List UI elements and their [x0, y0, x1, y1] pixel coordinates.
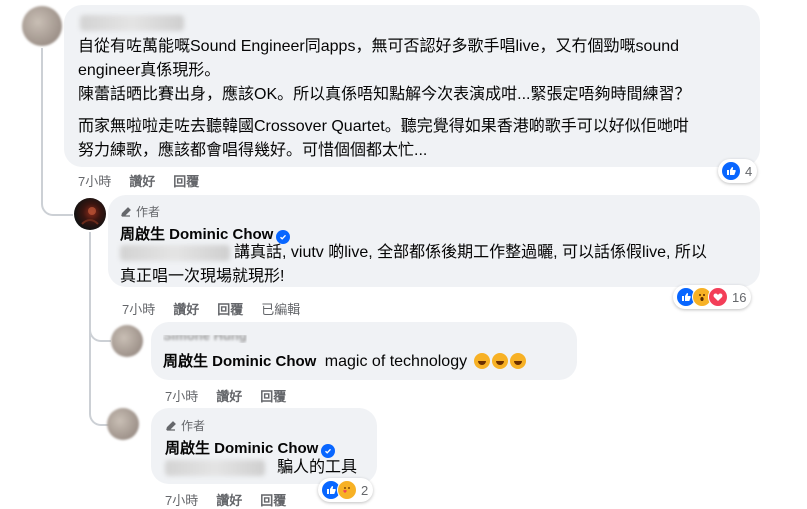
reply-text: 騙人的工具 — [277, 459, 358, 476]
reaction-count: 16 — [732, 289, 747, 305]
reaction-summary[interactable]: 4 — [718, 159, 758, 183]
reply-button[interactable]: 回覆 — [217, 299, 243, 318]
author-name[interactable]: 周啟生 Dominic Chow — [165, 440, 318, 457]
thread-line — [89, 232, 111, 342]
timestamp[interactable]: 7小時 — [165, 490, 198, 509]
mention-link[interactable]: 周啟生 Dominic Chow — [163, 353, 316, 370]
mention-redacted[interactable] — [120, 245, 230, 261]
pencil-icon — [121, 206, 131, 217]
reply-text: magic of technology — [324, 353, 468, 370]
reply-button[interactable]: 回覆 — [260, 490, 286, 509]
love-icon — [708, 287, 728, 307]
author-badge: 作者 — [120, 203, 160, 220]
reply-button[interactable]: 回覆 — [173, 171, 199, 190]
like-icon — [721, 161, 741, 181]
reaction-count: 2 — [361, 482, 369, 498]
like-button[interactable]: 讚好 — [216, 386, 242, 405]
thread-line — [41, 48, 73, 216]
avatar[interactable] — [22, 6, 62, 46]
comment-text-line: 努力練歌，應該都會唱得幾好。可惜個個都太忙... — [78, 142, 428, 159]
comment-bubble: 自從有咗萬能嘅Sound Engineer同apps，無可否認好多歌手唱live… — [64, 5, 760, 167]
reply-actions: 7小時 讚好 回覆 — [165, 490, 286, 509]
comment-text-line: 自從有咗萬能嘅Sound Engineer同apps，無可否認好多歌手唱live… — [78, 38, 680, 55]
author-badge: 作者 — [165, 417, 205, 434]
comment-text-line: 陳蕾話晒比賽出身，應該OK。所以真係唔知點解今次表演成咁...緊張定唔夠時間練習… — [78, 86, 691, 103]
like-button[interactable]: 讚好 — [173, 299, 199, 318]
care-icon — [337, 480, 357, 500]
reaction-count: 4 — [745, 163, 753, 179]
reply-button[interactable]: 回覆 — [260, 386, 286, 405]
timestamp[interactable]: 7小時 — [78, 171, 111, 190]
avatar[interactable] — [107, 408, 139, 440]
avatar[interactable] — [111, 325, 143, 357]
timestamp[interactable]: 7小時 — [165, 386, 198, 405]
mention-redacted[interactable] — [165, 460, 265, 476]
commenter-name-redacted[interactable] — [80, 15, 184, 31]
comment-text-line: engineer真係現形。 — [78, 62, 221, 79]
reply-actions: 7小時 讚好 回覆 — [165, 386, 286, 405]
reply-actions: 7小時 讚好 回覆 已編輯 — [122, 299, 300, 318]
reply-text-line: 講真話, viutv 啲live, 全部都係後期工作整過曬, 可以話係假live… — [234, 244, 707, 261]
comment-text-line: 而家無啦啦走咗去聽韓國Crossover Quartet。聽完覺得如果香港啲歌手… — [78, 118, 689, 135]
reply-bubble: 作者 周啟生 Dominic Chow 騙人的工具 — [151, 408, 377, 484]
commenter-name[interactable]: Simone Hung — [163, 335, 247, 343]
reply-text-line: 真正唱一次現場就現形! — [120, 268, 285, 285]
author-label: 作者 — [136, 205, 161, 219]
author-avatar[interactable] — [74, 198, 106, 230]
like-button[interactable]: 讚好 — [216, 490, 242, 509]
haha-emoji — [509, 353, 526, 369]
reaction-summary[interactable]: 16 — [673, 285, 752, 309]
reply-bubble: Simone Hung 周啟生 Dominic Chow magic of te… — [151, 322, 577, 380]
pencil-icon — [166, 420, 176, 431]
haha-emoji — [473, 353, 490, 369]
haha-emoji — [491, 353, 508, 369]
reaction-summary[interactable]: 2 — [318, 478, 374, 502]
reply-bubble: 作者 周啟生 Dominic Chow 講真話, viutv 啲live, 全部… — [108, 195, 760, 287]
timestamp[interactable]: 7小時 — [122, 299, 155, 318]
author-label: 作者 — [181, 419, 206, 433]
edited-label: 已編輯 — [261, 302, 301, 317]
comment-actions: 7小時 讚好 回覆 — [78, 171, 199, 190]
thread-line — [89, 330, 111, 426]
like-button[interactable]: 讚好 — [129, 171, 155, 190]
